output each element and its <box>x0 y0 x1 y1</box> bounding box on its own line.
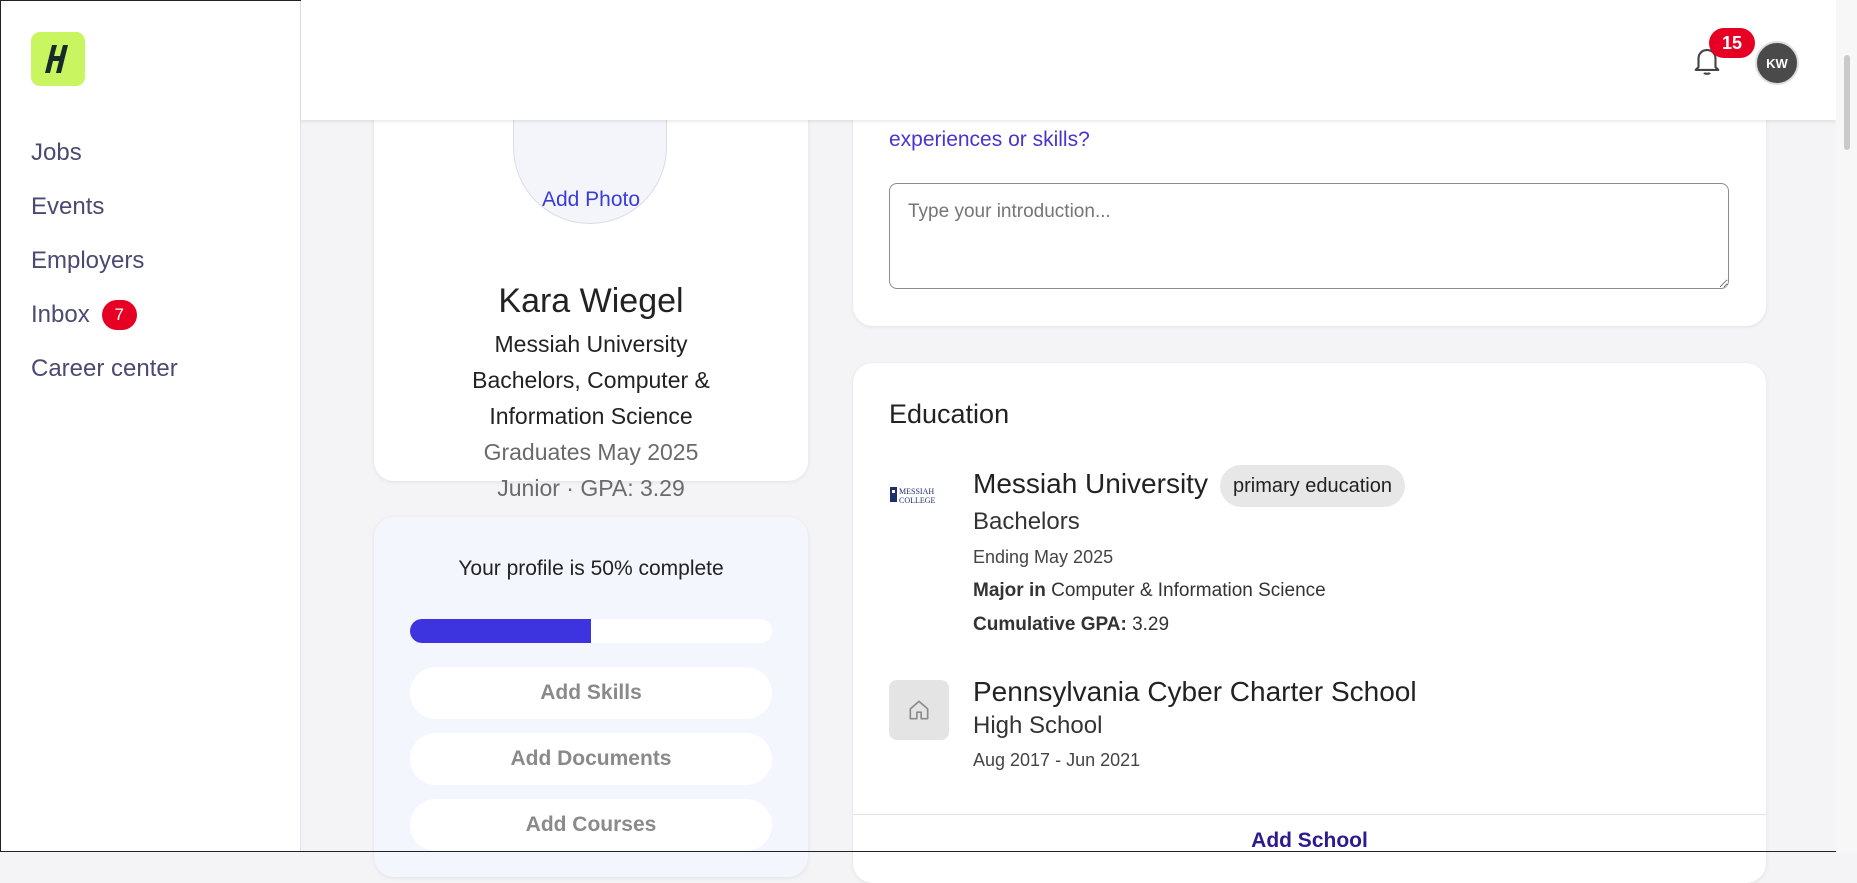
profile-degree-line2: Information Science <box>489 403 693 429</box>
sidebar-item-events[interactable]: Events <box>31 180 178 234</box>
add-photo-link[interactable]: Add Photo <box>374 188 808 212</box>
sidebar-item-label: Career center <box>31 355 178 382</box>
profile-graduation: Graduates May 2025 <box>483 439 699 465</box>
add-school-button[interactable]: Add School <box>853 829 1766 853</box>
sidebar-item-career-center[interactable]: Career center <box>31 342 178 396</box>
top-header <box>301 0 1836 120</box>
introduction-textarea[interactable] <box>889 183 1729 289</box>
inbox-unread-badge: 7 <box>101 300 137 330</box>
profile-degree-line1: Bachelors, Computer & <box>472 367 710 393</box>
profile-school: Messiah University <box>494 331 688 357</box>
profile-card: Add Photo Kara Wiegel Messiah University… <box>374 60 808 501</box>
notification-count-badge: 15 <box>1709 28 1755 58</box>
profile-completion-card: Your profile is 50% complete Add Skills … <box>374 517 808 877</box>
school-name: Pennsylvania Cyber Charter School <box>973 676 1417 707</box>
sidebar-item-label: Jobs <box>31 139 82 166</box>
school-dates: Aug 2017 - Jun 2021 <box>973 750 1141 770</box>
major-value: Computer & Information Science <box>1051 580 1326 601</box>
messiah-college-logo: MESSIAH COLLEGE <box>889 483 949 507</box>
profile-year-gpa: Junior · GPA: 3.29 <box>497 475 685 501</box>
sidebar-item-employers[interactable]: Employers <box>31 234 178 288</box>
add-courses-button[interactable]: Add Courses <box>410 799 772 851</box>
profile-progress-fill <box>410 619 591 643</box>
add-documents-button[interactable]: Add Documents <box>410 733 772 785</box>
divider <box>853 814 1766 815</box>
user-avatar[interactable]: KW <box>1755 41 1799 85</box>
main-nav: Jobs Events Employers Inbox 7 Career cen… <box>31 126 178 396</box>
school-placeholder-icon <box>889 680 949 740</box>
page-scrollbar[interactable] <box>1836 0 1857 852</box>
profile-name: Kara Wiegel <box>498 282 684 320</box>
sidebar-item-label: Inbox <box>31 301 90 328</box>
primary-education-tag: primary education <box>1220 465 1405 507</box>
scrollbar-thumb[interactable] <box>1844 55 1850 150</box>
school-gpa: Cumulative GPA: 3.29 <box>973 614 1169 636</box>
gpa-label: Cumulative GPA: <box>973 614 1127 635</box>
major-label: Major in <box>973 580 1046 601</box>
school-degree: High School <box>973 712 1103 739</box>
introduction-prompt: experiences or skills? <box>889 128 1090 151</box>
sidebar: Jobs Events Employers Inbox 7 Career cen… <box>0 0 301 852</box>
school-major: Major in Computer & Information Science <box>973 580 1326 602</box>
profile-progress-bar <box>410 619 772 643</box>
school-name: Messiah University <box>973 468 1208 499</box>
sidebar-item-label: Employers <box>31 247 145 274</box>
school-dates: Ending May 2025 <box>973 547 1114 567</box>
add-skills-button[interactable]: Add Skills <box>410 667 772 719</box>
sidebar-item-jobs[interactable]: Jobs <box>31 126 178 180</box>
education-card: Education MESSIAH COLLEGE Messiah Univer… <box>853 363 1766 883</box>
svg-text:MESSIAH: MESSIAH <box>899 487 934 496</box>
sidebar-item-label: Events <box>31 193 105 220</box>
house-icon <box>909 700 929 720</box>
gpa-value: 3.29 <box>1132 614 1170 635</box>
education-title: Education <box>889 399 1010 429</box>
handshake-logo-icon <box>45 45 68 73</box>
profile-completion-title: Your profile is 50% complete <box>458 557 724 580</box>
svg-text:COLLEGE: COLLEGE <box>899 496 936 505</box>
handshake-logo[interactable] <box>31 32 85 86</box>
sidebar-item-inbox[interactable]: Inbox 7 <box>31 288 178 342</box>
school-degree: Bachelors <box>973 508 1080 535</box>
